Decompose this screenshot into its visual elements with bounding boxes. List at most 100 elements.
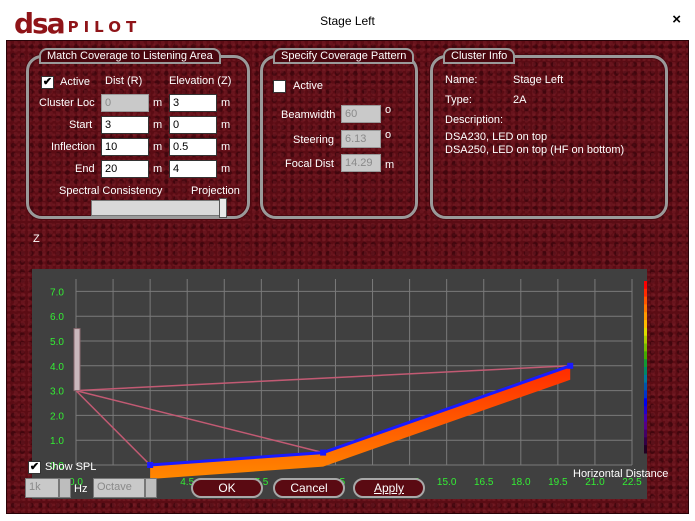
description-line-1: DSA230, LED on top [445,131,548,143]
spl-legend-swatch [644,406,647,415]
spl-legend-swatch [644,312,647,321]
spl-legend-swatch [644,413,647,423]
unit-m: m [153,141,163,153]
x-tick-label: 19.5 [548,477,568,488]
slider-right-label: Projection [191,185,240,197]
x-tick-label: 16.5 [474,477,494,488]
show-spl-label: Show SPL [45,461,97,473]
description-line-2: DSA250, LED on top (HF on bottom) [445,144,625,156]
spl-coverage-band [150,365,571,479]
coverage-active-checkbox[interactable] [273,80,286,93]
unit-m: m [385,159,395,171]
show-spl-checkbox[interactable]: ✔ [28,461,41,474]
title-bar: dsa PILOT Stage Left × [0,0,695,40]
y-tick-label: 3.0 [50,387,64,398]
y-tick-label: 2.0 [50,411,64,422]
focal-dist-label: Focal Dist [285,158,334,170]
cluster-loc-elev-input[interactable] [169,94,217,112]
unit-m: m [221,163,231,175]
y-tick-label: 1.0 [50,436,64,447]
beamwidth-label: Beamwidth [281,109,336,121]
name-label: Name: [445,74,478,86]
name-value: Stage Left [513,74,564,86]
ok-button[interactable]: OK [191,478,263,498]
coverage-chart-svg: 0.01.53.04.56.07.59.010.512.013.515.016.… [50,279,647,488]
y-tick-label: 7.0 [50,287,64,298]
chart-x-axis-label: Horizontal Distance [573,468,669,480]
spl-legend-swatch [644,343,647,352]
slider-thumb[interactable] [219,198,227,218]
coverage-pattern-panel: Specify Coverage Pattern Active Beamwidt… [260,48,418,219]
end-dist-input[interactable] [101,160,149,178]
listening-area-point [147,462,154,468]
cluster-speaker-icon [73,328,81,392]
y-tick-label: 6.0 [50,312,64,323]
row-label-start: Start [69,119,93,131]
coverage-chart[interactable]: 0.01.53.04.56.07.59.010.512.013.515.016.… [32,269,647,499]
cluster-info-panel: Cluster Info Name: Stage Left Type: 2A D… [430,48,668,219]
degree-unit: o [385,129,392,141]
spl-legend-swatch [644,281,647,290]
start-elev-input[interactable] [169,116,217,134]
unit-m: m [153,163,163,175]
unit-m: m [221,119,231,131]
match-active-label: Active [60,76,90,88]
frequency-select[interactable]: 1k [25,478,59,498]
row-label-end: End [75,163,95,175]
type-label: Type: [445,94,472,106]
description-label: Description: [445,114,504,126]
frequency-spinner-arrows[interactable] [59,478,71,498]
spl-legend-swatch [644,320,647,329]
y-tick-label: 5.0 [50,337,64,348]
spl-legend-swatch [644,437,647,446]
spl-legend-swatch [644,429,647,438]
steering-input[interactable] [341,130,381,148]
beamwidth-input[interactable] [341,105,381,123]
apply-button[interactable]: Apply [353,478,425,498]
start-dist-input[interactable] [101,116,149,134]
band-spinner-arrows[interactable] [145,478,157,498]
hz-unit-label: Hz [74,483,88,495]
spl-legend-swatch [644,351,647,360]
spl-legend-swatch [644,374,647,384]
spl-legend-swatch [644,445,647,454]
inflection-dist-input[interactable] [101,138,149,156]
unit-m: m [153,119,163,131]
unit-m: m [153,97,163,109]
close-icon[interactable]: × [672,11,681,28]
match-active-checkbox[interactable]: ✔ [41,76,54,89]
focal-dist-input[interactable] [341,154,381,172]
spl-legend-swatch [644,327,647,337]
cancel-button[interactable]: Cancel [273,478,345,498]
spl-legend-swatch [644,296,647,305]
inflection-elev-input[interactable] [169,138,217,156]
unit-m: m [221,141,231,153]
listening-area-point [320,449,327,456]
spl-legend-swatch [644,382,647,391]
band-select[interactable]: Octave [93,478,145,498]
degree-unit: o [385,104,392,116]
end-elev-input[interactable] [169,160,217,178]
type-value: 2A [513,94,527,106]
unit-m: m [221,97,231,109]
match-coverage-tab: Match Coverage to Listening Area [39,48,221,64]
cluster-info-tab: Cluster Info [443,48,516,64]
row-label-inflection: Inflection [51,141,96,153]
cluster-loc-dist-input[interactable] [101,94,149,112]
spl-legend-swatch [644,421,647,431]
match-coverage-panel: Match Coverage to Listening Area ✔ Activ… [26,48,250,219]
x-tick-label: 15.0 [437,477,457,488]
chart-y-axis-label: Z [33,233,40,245]
spl-legend-swatch [644,390,647,399]
spl-legend-swatch [644,367,647,376]
y-tick-label: 4.0 [50,362,64,373]
spl-legend-swatch [644,304,647,313]
spectral-projection-slider[interactable] [91,200,227,216]
dist-column-header: Dist (R) [105,75,143,87]
spl-legend-swatch [644,335,647,345]
coverage-pattern-tab: Specify Coverage Pattern [273,48,415,64]
slider-left-label: Spectral Consistency [59,185,163,197]
listening-area-point [567,362,574,369]
steering-label: Steering [293,134,334,146]
window-title: Stage Left [320,14,375,28]
